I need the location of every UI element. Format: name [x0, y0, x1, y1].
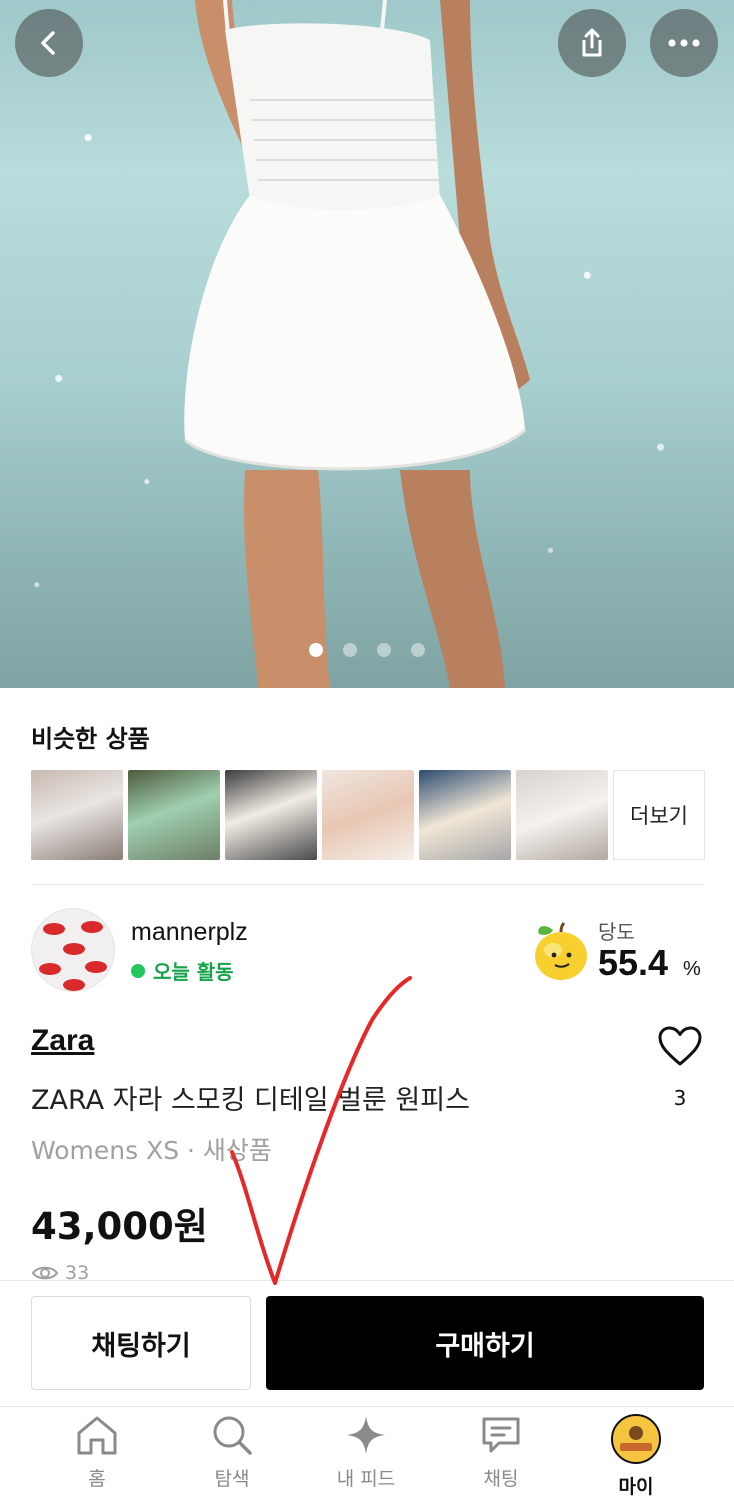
tab-label: 마이	[618, 1476, 654, 1498]
product-price: 43,000원	[31, 1205, 208, 1248]
similar-product-thumbnail[interactable]	[31, 770, 123, 860]
seller-avatar[interactable]	[31, 908, 115, 992]
pagination-dot[interactable]	[343, 643, 357, 657]
seller-activity: 오늘 활동	[131, 956, 234, 985]
buy-button[interactable]: 구매하기	[266, 1296, 704, 1390]
more-options-button[interactable]	[650, 9, 718, 77]
heart-icon[interactable]	[657, 1025, 703, 1067]
seller-name[interactable]: mannerplz	[131, 918, 248, 947]
see-more-button[interactable]: 더보기	[613, 770, 705, 860]
tab-search[interactable]: 탐색	[182, 1414, 282, 1491]
tab-chat[interactable]: 채팅	[451, 1414, 551, 1491]
brand-link[interactable]: Zara	[31, 1024, 94, 1058]
back-button[interactable]	[15, 9, 83, 77]
product-photo[interactable]	[0, 0, 734, 688]
tab-home[interactable]: 홈	[47, 1414, 147, 1491]
tab-feed[interactable]: 내 피드	[316, 1414, 416, 1491]
tab-label: 채팅	[483, 1468, 519, 1490]
tab-my[interactable]: 마이	[586, 1414, 686, 1499]
like-count: 3	[673, 1086, 687, 1110]
home-icon	[77, 1416, 117, 1455]
pagination-dot[interactable]	[411, 643, 425, 657]
product-meta: Womens XS · 새상품	[31, 1136, 272, 1165]
similar-product-thumbnail[interactable]	[516, 770, 608, 860]
chat-icon	[482, 1417, 520, 1453]
dress-model-image	[184, 0, 530, 688]
profile-avatar	[611, 1414, 661, 1464]
pagination-dot-active[interactable]	[309, 643, 323, 657]
tab-label: 탐색	[214, 1468, 250, 1490]
more-horizontal-icon	[668, 39, 700, 47]
sparkle-icon	[347, 1416, 385, 1454]
share-icon	[582, 28, 602, 57]
seller-activity-text: 오늘 활동	[153, 960, 234, 984]
product-title: ZARA 자라 스모킹 디테일 벌룬 원피스	[31, 1085, 470, 1116]
gallery-pagination	[0, 643, 734, 657]
tab-label: 내 피드	[336, 1468, 396, 1490]
similar-product-thumbnail[interactable]	[322, 770, 414, 860]
similar-products-list: 더보기	[31, 770, 705, 860]
sweetness-label: 당도	[598, 920, 635, 944]
online-status-dot	[131, 963, 145, 978]
profile-badge-icon	[614, 1417, 658, 1461]
share-button[interactable]	[558, 9, 626, 77]
pagination-dot[interactable]	[377, 643, 391, 657]
chevron-left-icon	[41, 31, 55, 55]
similar-product-thumbnail[interactable]	[225, 770, 317, 860]
section-divider	[31, 884, 704, 885]
chat-button[interactable]: 채팅하기	[31, 1296, 251, 1390]
apple-mascot-icon	[535, 921, 587, 980]
lips-pattern-icon	[39, 921, 107, 991]
tab-label: 홈	[88, 1468, 106, 1490]
similar-products-title: 비슷한 상품	[31, 725, 150, 753]
similar-product-thumbnail[interactable]	[419, 770, 511, 860]
sweetness-value: 55.4	[598, 942, 669, 983]
search-icon	[213, 1416, 252, 1455]
sweetness-unit: %	[683, 958, 701, 980]
similar-product-thumbnail[interactable]	[128, 770, 220, 860]
